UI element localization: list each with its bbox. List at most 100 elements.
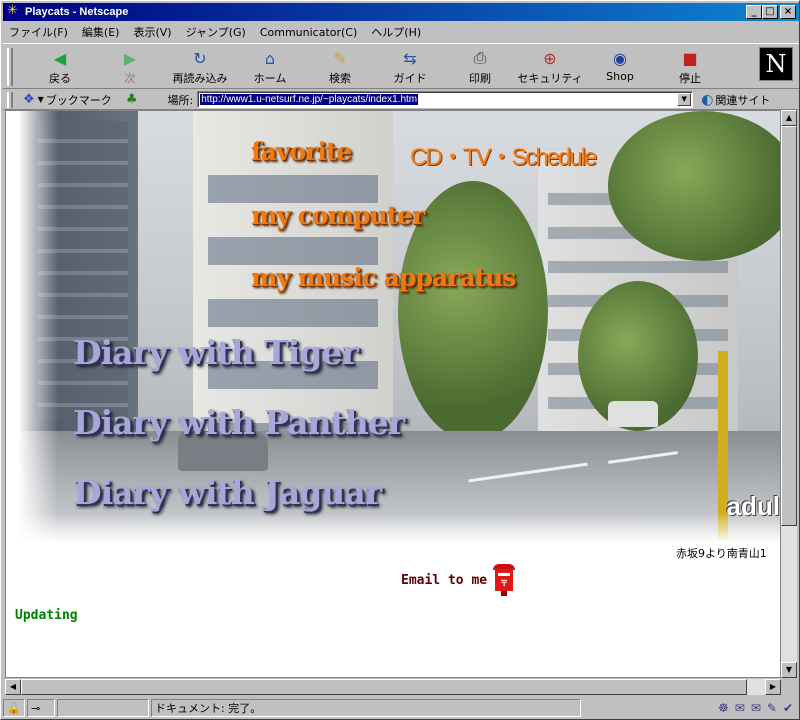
bookmarks-button[interactable]: ❖ ▼ ブックマーク bbox=[23, 92, 112, 108]
scroll-left-button[interactable]: ◀ bbox=[5, 679, 21, 695]
scroll-right-button[interactable]: ▶ bbox=[765, 679, 781, 695]
stop-button[interactable]: ■ 停止 bbox=[655, 44, 725, 88]
shop-button[interactable]: ◉ Shop bbox=[585, 44, 655, 88]
forward-button[interactable]: ▶ 次 bbox=[95, 44, 165, 88]
menu-bar: ファイル(F) 編集(E) 表示(V) ジャンプ(G) Communicator… bbox=[3, 22, 799, 42]
search-label: 検索 bbox=[329, 72, 351, 85]
browser-window: Playcats - Netscape _ □ × ファイル(F) 編集(E) … bbox=[0, 0, 800, 720]
cd-tv-schedule-link[interactable]: CD・TV・Schedule bbox=[410, 137, 597, 172]
search-icon: ✎ bbox=[333, 48, 347, 68]
menu-go[interactable]: ジャンプ(G) bbox=[186, 24, 246, 40]
back-label: 戻る bbox=[49, 72, 71, 85]
forward-arrow-icon: ▶ bbox=[123, 48, 137, 68]
search-button[interactable]: ✎ 検索 bbox=[305, 44, 375, 88]
close-button[interactable]: × bbox=[780, 5, 796, 19]
menu-edit[interactable]: 編集(E) bbox=[82, 24, 120, 40]
reload-label: 再読み込み bbox=[172, 72, 228, 85]
vertical-scroll-thumb[interactable] bbox=[781, 126, 797, 526]
page-proxy-icon[interactable]: ♣ bbox=[126, 92, 138, 107]
url-dropdown-button[interactable]: ▼ bbox=[677, 93, 692, 106]
security-status[interactable]: 🔓 bbox=[3, 699, 25, 717]
url-text[interactable]: http://www1.u-netsurf.ne.jp/~playcats/in… bbox=[200, 94, 419, 105]
bookmarks-label: ブックマーク bbox=[45, 93, 112, 107]
lock-icon: 🔓 bbox=[7, 701, 21, 715]
home-label: ホーム bbox=[253, 72, 287, 85]
window-title: Playcats - Netscape bbox=[25, 6, 129, 18]
discussion-icon[interactable]: ✉ bbox=[751, 701, 761, 715]
guide-button[interactable]: ⇆ ガイド bbox=[375, 44, 445, 88]
home-icon: ⌂ bbox=[264, 48, 276, 68]
photo-fade bbox=[18, 111, 58, 543]
toolbar-grip[interactable] bbox=[7, 48, 13, 86]
url-input[interactable]: http://www1.u-netsurf.ne.jp/~playcats/in… bbox=[197, 91, 694, 108]
stop-label: 停止 bbox=[679, 72, 701, 85]
window-controls: _ □ × bbox=[746, 5, 796, 19]
favorite-link[interactable]: favorite bbox=[251, 137, 352, 166]
adult-corner-link[interactable]: adul bbox=[727, 491, 780, 522]
navigation-toolbar: ◀ 戻る ▶ 次 ↻ 再読み込み ⌂ ホーム ✎ 検索 ⇆ ガイド ⎙ 印刷 ⊕ bbox=[3, 43, 799, 89]
email-link[interactable]: Email to me 〒 bbox=[401, 564, 516, 596]
title-bar[interactable]: Playcats - Netscape _ □ × bbox=[3, 3, 799, 21]
reload-icon: ↻ bbox=[193, 48, 207, 68]
security-label: セキュリティ bbox=[517, 72, 583, 85]
diary-panther-link[interactable]: Diary with Panther bbox=[73, 403, 405, 442]
print-label: 印刷 bbox=[469, 72, 491, 85]
forward-label: 次 bbox=[124, 72, 136, 85]
diary-tiger-link[interactable]: Diary with Tiger bbox=[73, 333, 359, 372]
horizontal-scrollbar[interactable]: ◀ ▶ bbox=[5, 679, 781, 695]
shop-label: Shop bbox=[606, 70, 634, 83]
stop-icon: ■ bbox=[682, 48, 698, 68]
location-label: 場所: bbox=[167, 93, 194, 107]
reload-button[interactable]: ↻ 再読み込み bbox=[165, 44, 235, 88]
horizontal-scroll-thumb[interactable] bbox=[21, 679, 747, 695]
menu-communicator[interactable]: Communicator(C) bbox=[260, 26, 357, 39]
guide-label: ガイド bbox=[393, 72, 427, 85]
photo-car bbox=[608, 401, 658, 427]
location-grip[interactable] bbox=[7, 91, 13, 108]
composer-icon[interactable]: ✎ bbox=[767, 701, 777, 715]
scroll-up-button[interactable]: ▲ bbox=[781, 110, 797, 126]
related-icon: ◐ bbox=[701, 91, 714, 108]
related-sites-button[interactable]: ◐ 関連サイト bbox=[701, 92, 770, 108]
mail-icon[interactable]: ✉ bbox=[735, 701, 745, 715]
my-computer-link[interactable]: my computer bbox=[251, 201, 425, 230]
menu-help[interactable]: ヘルプ(H) bbox=[371, 24, 421, 40]
minimize-button[interactable]: _ bbox=[746, 5, 762, 19]
component-bar: ☸ ✉ ✉ ✎ ✔ bbox=[718, 701, 799, 715]
updating-label: Updating bbox=[15, 608, 78, 623]
menu-view[interactable]: 表示(V) bbox=[133, 24, 171, 40]
security-button[interactable]: ⊕ セキュリティ bbox=[515, 44, 585, 88]
netscape-app-icon bbox=[7, 3, 21, 19]
back-button[interactable]: ◀ 戻る bbox=[25, 44, 95, 88]
maximize-button[interactable]: □ bbox=[762, 5, 778, 19]
lock-icon: ⊕ bbox=[543, 48, 557, 68]
chevron-down-icon: ▼ bbox=[37, 95, 44, 104]
photo-fade bbox=[18, 513, 780, 543]
related-label: 関連サイト bbox=[715, 93, 771, 107]
street-photo-banner: favorite CD・TV・Schedule my computer my m… bbox=[18, 111, 780, 543]
connection-status: ⊸ bbox=[27, 699, 55, 717]
menu-file[interactable]: ファイル(F) bbox=[9, 24, 68, 40]
diary-jaguar-link[interactable]: Diary with Jaguar bbox=[73, 473, 382, 512]
checkmark-icon[interactable]: ✔ bbox=[783, 701, 793, 715]
navigator-icon[interactable]: ☸ bbox=[718, 701, 729, 715]
bookmark-icon: ❖ bbox=[23, 92, 35, 107]
back-arrow-icon: ◀ bbox=[53, 48, 67, 68]
my-music-apparatus-link[interactable]: my music apparatus bbox=[251, 263, 516, 292]
status-bar: 🔓 ⊸ ドキュメント: 完了。 ☸ ✉ ✉ ✎ ✔ bbox=[3, 698, 799, 718]
page-content: favorite CD・TV・Schedule my computer my m… bbox=[5, 110, 781, 678]
netscape-logo[interactable]: N bbox=[759, 47, 793, 81]
vertical-scrollbar[interactable]: ▲ ▼ bbox=[781, 110, 797, 678]
progress-bar bbox=[57, 699, 149, 717]
location-toolbar: ❖ ▼ ブックマーク ♣ 場所: http://www1.u-netsurf.n… bbox=[3, 90, 799, 110]
scroll-down-button[interactable]: ▼ bbox=[781, 662, 797, 678]
postbox-icon[interactable]: 〒 bbox=[493, 564, 516, 596]
print-button[interactable]: ⎙ 印刷 bbox=[445, 44, 515, 88]
scrollbar-corner bbox=[781, 679, 797, 695]
connection-icon: ⊸ bbox=[31, 701, 41, 715]
shop-icon: ◉ bbox=[613, 48, 627, 68]
home-button[interactable]: ⌂ ホーム bbox=[235, 44, 305, 88]
photo-caption: 赤坂9より南青山1 bbox=[676, 547, 767, 560]
guide-icon: ⇆ bbox=[403, 48, 417, 68]
email-label[interactable]: Email to me bbox=[401, 573, 487, 588]
